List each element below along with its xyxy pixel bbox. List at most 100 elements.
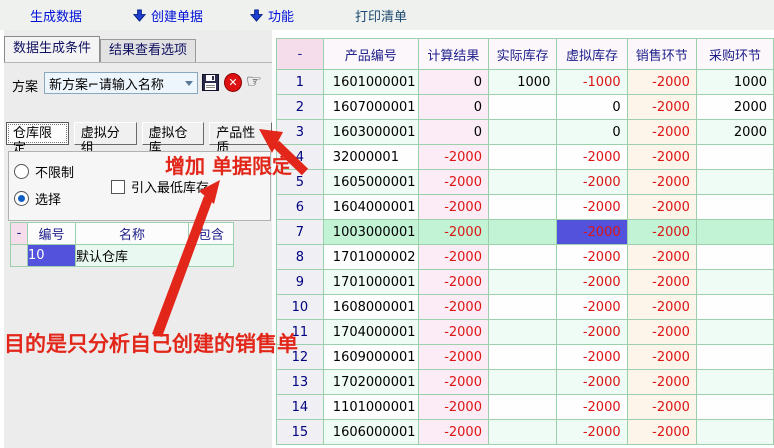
grid-cell-purchase[interactable] <box>696 220 773 245</box>
grid-cell-product[interactable]: 1604000001 <box>323 195 418 220</box>
grid-cell-actual[interactable] <box>488 295 556 320</box>
grid-header-purchase[interactable]: 采购环节 <box>696 39 773 70</box>
grid-cell-actual[interactable] <box>488 170 556 195</box>
grid-cell-purchase[interactable] <box>696 195 773 220</box>
grid-cell-purchase[interactable] <box>696 295 773 320</box>
grid-cell-virtual[interactable]: 0 <box>557 120 627 145</box>
grid-cell-sales[interactable]: -2000 <box>627 195 696 220</box>
grid-cell-virtual[interactable]: -2000 <box>557 320 627 345</box>
grid-cell-calc[interactable]: -2000 <box>418 270 488 295</box>
grid-cell-calc[interactable]: 0 <box>418 120 488 145</box>
grid-cell-product[interactable]: 1606000001 <box>323 420 418 445</box>
radio-select[interactable]: 选择 <box>14 189 61 208</box>
warehouse-header-include[interactable]: 包含 <box>189 223 234 245</box>
grid-cell-product[interactable]: 1607000001 <box>323 95 418 120</box>
functions-button[interactable]: 功能 <box>250 6 294 24</box>
grid-header-actual[interactable]: 实际库存 <box>488 39 556 70</box>
grid-cell-actual[interactable] <box>488 245 556 270</box>
execute-button[interactable]: ☞ <box>245 73 263 91</box>
grid-cell-product[interactable]: 1608000001 <box>323 295 418 320</box>
grid-cell-sales[interactable]: -2000 <box>627 95 696 120</box>
grid-header-virtual[interactable]: 虚拟库存 <box>557 39 627 70</box>
grid-cell-sales[interactable]: -2000 <box>627 220 696 245</box>
grid-cell-actual[interactable] <box>488 370 556 395</box>
delete-scheme-button[interactable]: ✕ <box>224 73 242 91</box>
create-voucher-button[interactable]: 创建单据 <box>133 6 203 24</box>
print-list-button[interactable]: 打印清单 <box>355 6 407 24</box>
generate-data-button[interactable]: 生成数据 <box>30 6 82 24</box>
grid-cell-product[interactable]: 32000001 <box>323 145 418 170</box>
grid-cell-purchase[interactable] <box>696 245 773 270</box>
tab-data-generation-conditions[interactable]: 数据生成条件 <box>4 36 100 62</box>
grid-cell-actual[interactable] <box>488 120 556 145</box>
grid-cell-product[interactable]: 1701000001 <box>323 270 418 295</box>
grid-cell-purchase[interactable] <box>696 270 773 295</box>
grid-cell-product[interactable]: 1702000001 <box>323 370 418 395</box>
grid-cell-purchase[interactable] <box>696 170 773 195</box>
grid-cell-virtual[interactable]: -2000 <box>557 170 627 195</box>
grid-cell-calc[interactable]: -2000 <box>418 220 488 245</box>
warehouse-name-cell[interactable]: 默认仓库 <box>76 245 189 267</box>
grid-cell-actual[interactable] <box>488 145 556 170</box>
warehouse-include-cell[interactable] <box>189 245 234 267</box>
radio-unlimited[interactable]: 不限制 <box>14 162 74 181</box>
grid-row-number[interactable]: 15 <box>277 420 324 445</box>
grid-row-number[interactable]: 6 <box>277 195 324 220</box>
grid-cell-purchase[interactable] <box>696 345 773 370</box>
grid-cell-virtual[interactable]: -2000 <box>557 270 627 295</box>
grid-cell-sales[interactable]: -2000 <box>627 345 696 370</box>
grid-cell-virtual[interactable]: -2000 <box>557 245 627 270</box>
grid-cell-actual[interactable] <box>488 320 556 345</box>
grid-cell-sales[interactable]: -2000 <box>627 245 696 270</box>
checkbox-min-stock[interactable]: 引入最低库存 <box>111 177 209 196</box>
grid-cell-calc[interactable]: -2000 <box>418 195 488 220</box>
grid-cell-actual[interactable] <box>488 270 556 295</box>
grid-cell-virtual[interactable]: 0 <box>557 95 627 120</box>
grid-cell-sales[interactable]: -2000 <box>627 320 696 345</box>
grid-row-number[interactable]: 2 <box>277 95 324 120</box>
grid-cell-virtual[interactable]: -2000 <box>557 420 627 445</box>
grid-cell-product[interactable]: 1603000001 <box>323 120 418 145</box>
grid-cell-purchase[interactable] <box>696 395 773 420</box>
grid-row-number[interactable]: 13 <box>277 370 324 395</box>
grid-cell-product[interactable]: 1601000001 <box>323 70 418 95</box>
subtab-virtual-warehouse[interactable]: 虚拟仓库 <box>142 122 205 145</box>
grid-cell-product[interactable]: 1704000001 <box>323 320 418 345</box>
radio-icon[interactable] <box>14 164 29 179</box>
grid-cell-purchase[interactable]: 2000 <box>696 120 773 145</box>
grid-cell-calc[interactable]: -2000 <box>418 395 488 420</box>
grid-row-number[interactable]: 8 <box>277 245 324 270</box>
grid-cell-virtual[interactable]: -2000 <box>557 295 627 320</box>
grid-cell-virtual[interactable]: -2000 <box>557 395 627 420</box>
grid-header-product[interactable]: 产品编号 <box>323 39 418 70</box>
grid-cell-purchase[interactable] <box>696 145 773 170</box>
grid-cell-calc[interactable]: -2000 <box>418 170 488 195</box>
grid-cell-purchase[interactable] <box>696 320 773 345</box>
grid-cell-actual[interactable] <box>488 195 556 220</box>
grid-cell-sales[interactable]: -2000 <box>627 145 696 170</box>
grid-cell-calc[interactable]: -2000 <box>418 295 488 320</box>
grid-cell-product[interactable]: 1701000002 <box>323 245 418 270</box>
warehouse-header-corner[interactable]: - <box>11 223 28 245</box>
warehouse-code-cell[interactable]: 10 <box>28 245 76 267</box>
grid-cell-virtual[interactable]: -2000 <box>557 145 627 170</box>
subtab-virtual-group[interactable]: 虚拟分组 <box>74 122 137 145</box>
grid-cell-calc[interactable]: -2000 <box>418 370 488 395</box>
grid-row-number[interactable]: 3 <box>277 120 324 145</box>
grid-cell-purchase[interactable] <box>696 420 773 445</box>
grid-cell-product[interactable]: 1609000001 <box>323 345 418 370</box>
tab-result-view-options[interactable]: 结果查看选项 <box>100 39 196 62</box>
grid-cell-product[interactable]: 1605000001 <box>323 170 418 195</box>
grid-cell-calc[interactable]: 0 <box>418 70 488 95</box>
grid-cell-calc[interactable]: -2000 <box>418 145 488 170</box>
grid-cell-sales[interactable]: -2000 <box>627 395 696 420</box>
grid-cell-virtual[interactable]: -2000 <box>557 370 627 395</box>
grid-cell-calc[interactable]: -2000 <box>418 245 488 270</box>
warehouse-row-indicator[interactable] <box>11 245 28 267</box>
grid-cell-sales[interactable]: -2000 <box>627 270 696 295</box>
grid-header-corner[interactable]: - <box>277 39 324 70</box>
grid-cell-actual[interactable] <box>488 420 556 445</box>
grid-row-number[interactable]: 14 <box>277 395 324 420</box>
grid-cell-actual[interactable]: 1000 <box>488 70 556 95</box>
scheme-combobox[interactable]: 新方案⌐请输入名称 <box>44 72 198 94</box>
